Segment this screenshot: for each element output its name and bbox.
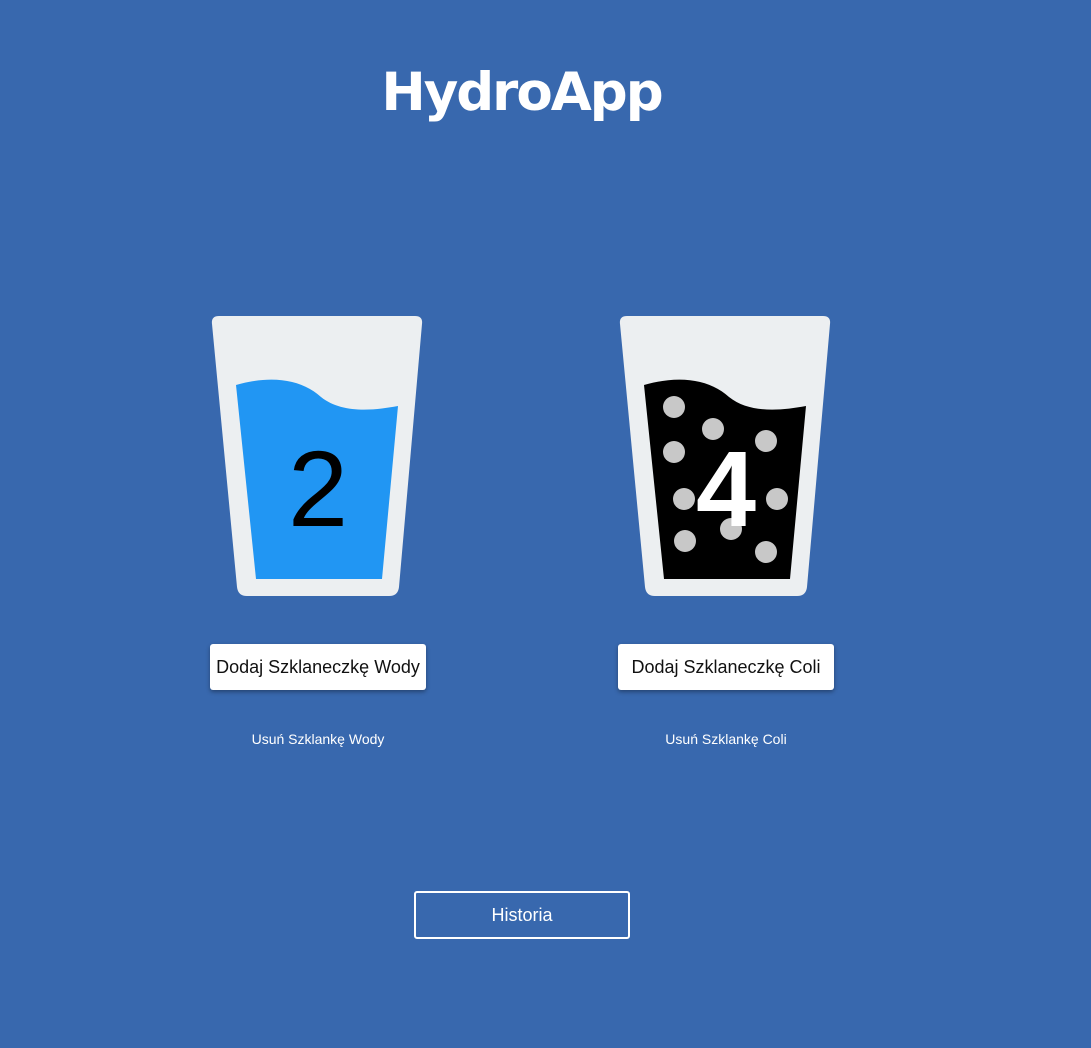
add-water-button[interactable]: Dodaj Szklaneczkę Wody (210, 644, 426, 690)
history-button[interactable]: Historia (414, 891, 630, 939)
water-count: 2 (287, 428, 349, 549)
remove-cola-link[interactable]: Usuń Szklankę Coli (618, 730, 834, 748)
remove-water-link[interactable]: Usuń Szklankę Wody (210, 730, 426, 748)
cola-count: 4 (695, 428, 757, 549)
water-glass-icon: 2 (211, 315, 425, 598)
add-cola-button[interactable]: Dodaj Szklaneczkę Coli (618, 644, 834, 690)
cola-glass-icon: 4 (619, 315, 833, 598)
app-title: HydroApp (381, 62, 663, 123)
